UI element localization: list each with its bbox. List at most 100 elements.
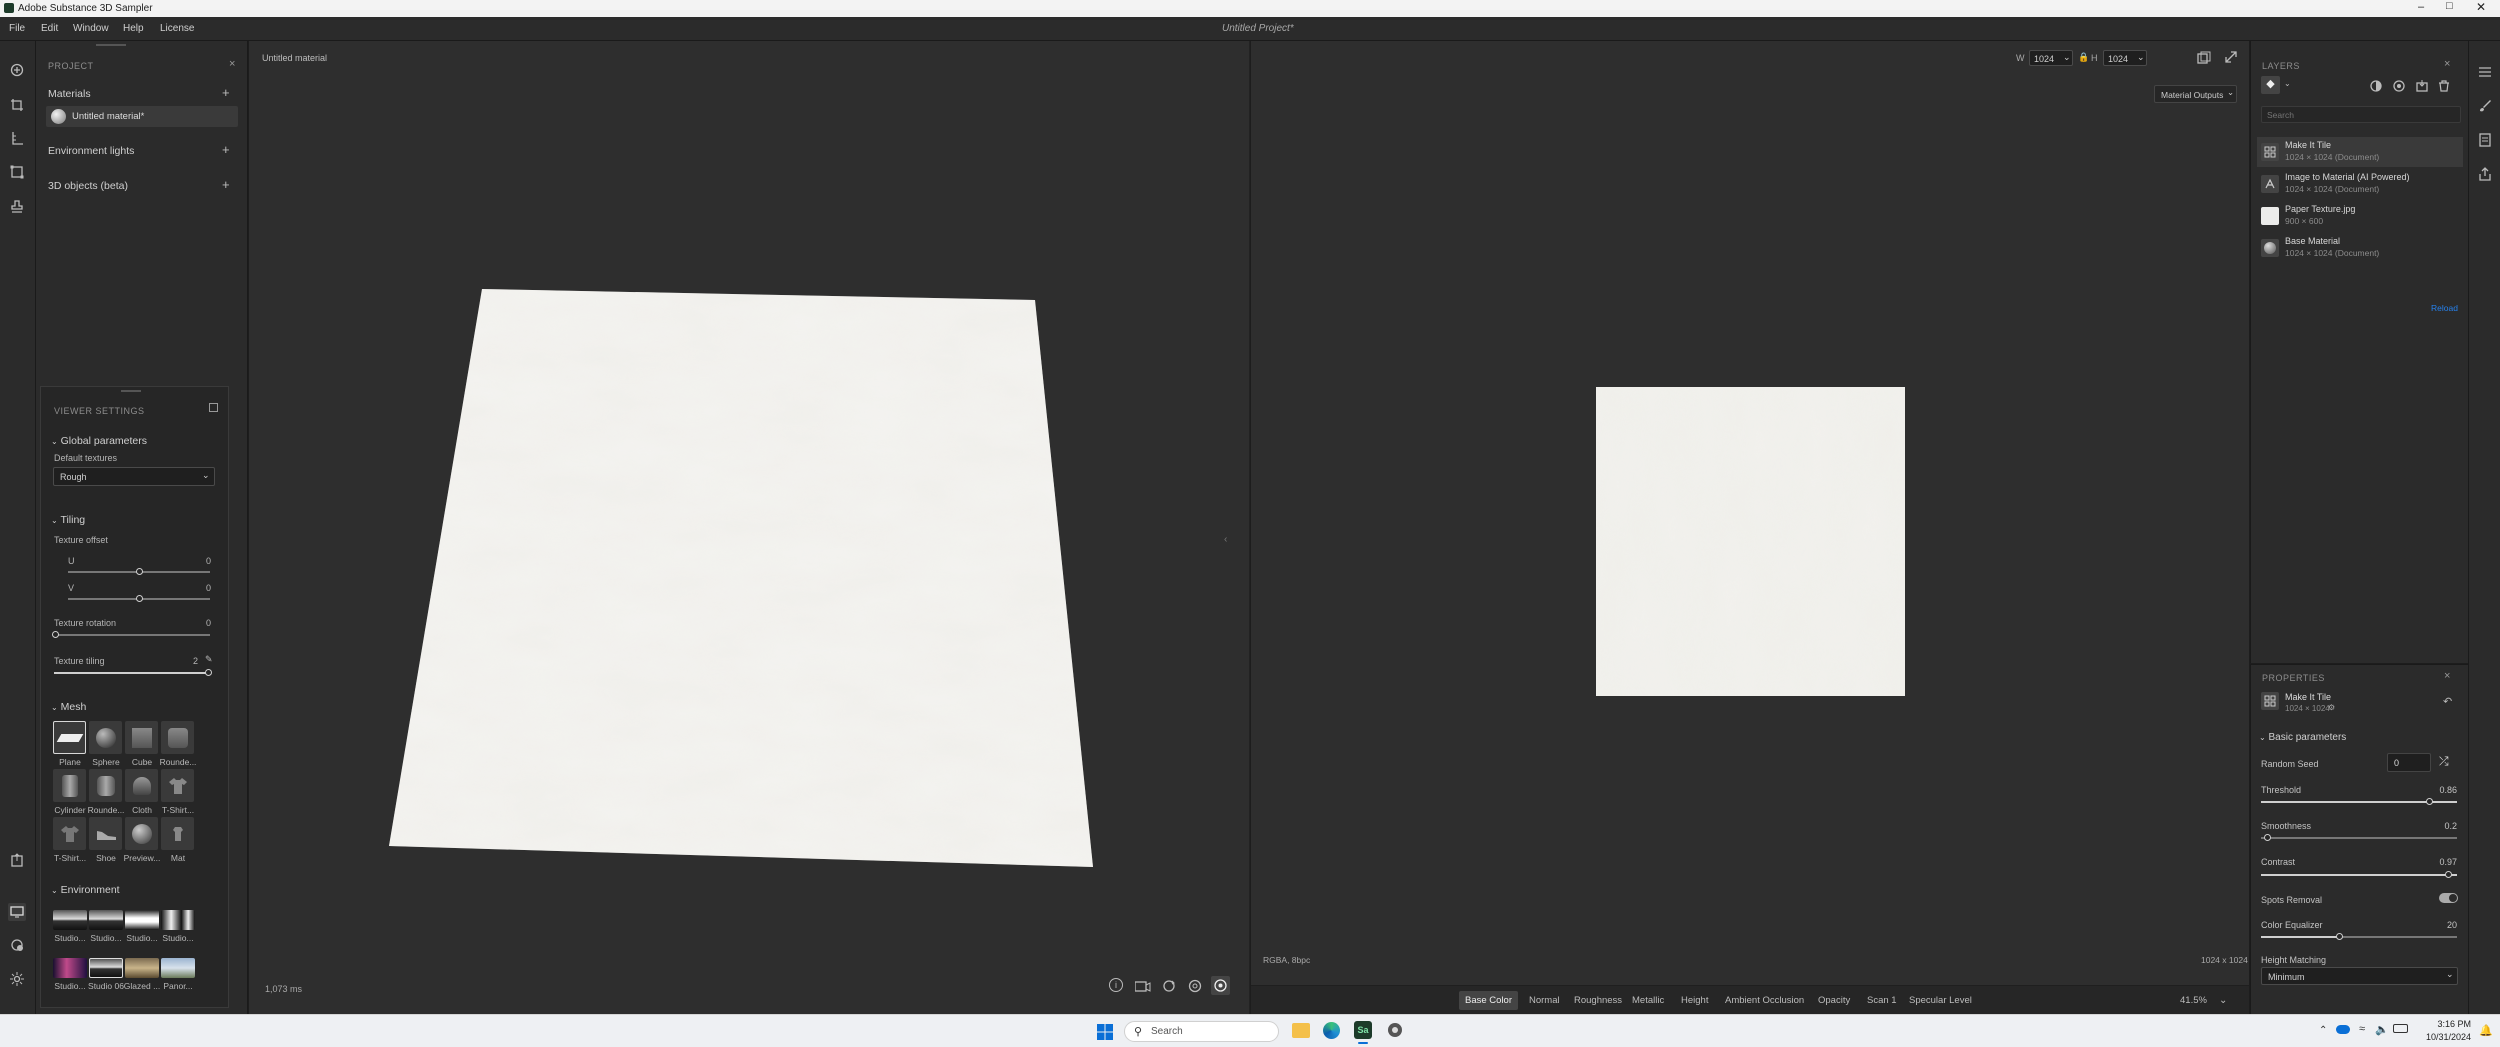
viewport-3d[interactable]: Untitled material 1,073 ms i ‹ bbox=[249, 41, 1250, 1014]
transform-icon[interactable] bbox=[8, 163, 26, 181]
height-select[interactable]: 1024 ⌄ bbox=[2103, 50, 2147, 66]
mesh-mat[interactable] bbox=[161, 817, 194, 850]
env-thumb[interactable] bbox=[161, 910, 195, 930]
settings-icon[interactable] bbox=[8, 970, 26, 988]
panel-grip[interactable] bbox=[96, 44, 126, 46]
gear-icon[interactable]: ⚙ bbox=[2328, 703, 2335, 712]
mesh-header[interactable]: ⌄ Mesh bbox=[51, 701, 86, 713]
random-seed-input[interactable]: 0 bbox=[2387, 753, 2431, 772]
fullscreen-icon[interactable] bbox=[2225, 51, 2237, 63]
env-thumb[interactable] bbox=[89, 910, 123, 930]
channel-base-color[interactable]: Base Color bbox=[1459, 991, 1518, 1010]
chevron-up-icon[interactable]: ⌃ bbox=[2319, 1025, 2327, 1036]
clock-time[interactable]: 3:16 PM bbox=[2427, 1019, 2471, 1029]
add-icon[interactable] bbox=[8, 61, 26, 79]
stamp-icon[interactable] bbox=[8, 198, 26, 216]
mesh-shoe[interactable] bbox=[89, 817, 122, 850]
width-select[interactable]: 1024 ⌄ bbox=[2029, 50, 2073, 66]
notification-bell-icon[interactable]: 🔔 bbox=[2479, 1024, 2493, 1037]
env-thumb[interactable] bbox=[125, 958, 159, 978]
layer-item[interactable]: Paper Texture.jpg 900 × 600 bbox=[2257, 201, 2463, 231]
env-thumb[interactable] bbox=[53, 910, 87, 930]
v-slider[interactable] bbox=[68, 595, 210, 602]
close-icon[interactable]: × bbox=[2444, 670, 2450, 682]
env-thumb[interactable] bbox=[161, 958, 195, 978]
mesh-cylinder[interactable] bbox=[53, 769, 86, 802]
onedrive-icon[interactable] bbox=[2336, 1025, 2350, 1034]
env-thumb-selected[interactable] bbox=[89, 958, 123, 978]
adjust-icon[interactable] bbox=[2370, 80, 2382, 92]
channel-metallic[interactable]: Metallic bbox=[1626, 986, 1670, 1015]
substance-sampler-taskbar-icon[interactable]: Sa bbox=[1354, 1021, 1372, 1039]
windows-start-icon[interactable] bbox=[1097, 1024, 1113, 1040]
channel-ambient-occlusion[interactable]: Ambient Occlusion bbox=[1719, 986, 1810, 1015]
menu-edit[interactable]: Edit bbox=[41, 23, 58, 34]
mesh-preview[interactable] bbox=[125, 817, 158, 850]
global-params-header[interactable]: ⌄ Global parameters bbox=[51, 435, 147, 447]
menu-file[interactable]: File bbox=[9, 23, 25, 34]
reload-link[interactable]: Reload bbox=[2431, 303, 2458, 313]
crop-icon[interactable] bbox=[8, 96, 26, 114]
dock-icon[interactable] bbox=[209, 403, 218, 412]
tiling-slider-knob[interactable] bbox=[205, 669, 212, 676]
panel-grip[interactable] bbox=[121, 390, 141, 392]
layers-search-input[interactable] bbox=[2261, 106, 2461, 123]
u-slider[interactable] bbox=[68, 568, 210, 575]
info-icon[interactable]: i bbox=[1109, 978, 1123, 992]
target-icon[interactable] bbox=[1188, 979, 1202, 993]
chevron-down-icon[interactable]: ⌄ bbox=[2213, 986, 2233, 1015]
battery-icon[interactable] bbox=[2393, 1024, 2408, 1033]
v-slider-knob[interactable] bbox=[136, 595, 143, 602]
mesh-sphere[interactable] bbox=[89, 721, 122, 754]
threshold-slider[interactable] bbox=[2261, 798, 2457, 805]
trash-icon[interactable] bbox=[2438, 80, 2450, 92]
pencil-icon[interactable]: ✎ bbox=[205, 654, 213, 665]
layer-item[interactable]: Image to Material (AI Powered) 1024 × 10… bbox=[2257, 169, 2463, 199]
add-env-light-icon[interactable]: + bbox=[222, 142, 230, 157]
layers-panel-icon[interactable] bbox=[2476, 63, 2494, 81]
import-icon[interactable] bbox=[2416, 80, 2428, 92]
height-matching-select[interactable]: Minimum ⌄ bbox=[2261, 967, 2458, 985]
environment-icon[interactable] bbox=[8, 936, 26, 954]
filter-add-icon[interactable]: ◆ bbox=[2261, 76, 2280, 94]
mesh-rounded-cube[interactable] bbox=[161, 721, 194, 754]
channel-specular-level[interactable]: Specular Level bbox=[1903, 986, 1978, 1015]
channel-roughness[interactable]: Roughness bbox=[1568, 986, 1628, 1015]
wifi-icon[interactable]: ≈ bbox=[2359, 1023, 2365, 1035]
rotate-light-icon[interactable] bbox=[1162, 979, 1176, 993]
mesh-cloth[interactable] bbox=[125, 769, 158, 802]
add-object-icon[interactable]: + bbox=[222, 177, 230, 192]
close-button[interactable]: ✕ bbox=[2476, 0, 2486, 14]
contrast-slider-knob[interactable] bbox=[2445, 871, 2452, 878]
env-thumb[interactable] bbox=[53, 958, 87, 978]
maximize-button[interactable]: □ bbox=[2446, 0, 2453, 12]
viewer-settings-icon[interactable] bbox=[8, 903, 26, 921]
mesh-tshirt[interactable] bbox=[161, 769, 194, 802]
minimize-button[interactable]: – bbox=[2418, 1, 2424, 13]
basic-params-header[interactable]: ⌄ Basic parameters bbox=[2259, 732, 2346, 743]
app-icon[interactable] bbox=[1386, 1021, 1404, 1039]
zoom-level[interactable]: 41.5% bbox=[2174, 986, 2213, 1015]
taskbar-search[interactable]: ⚲ Search bbox=[1124, 1021, 1279, 1042]
smoothness-slider-knob[interactable] bbox=[2264, 834, 2271, 841]
close-icon[interactable]: × bbox=[2444, 58, 2450, 70]
reset-icon[interactable]: ↶ bbox=[2443, 695, 2452, 708]
mesh-plane[interactable] bbox=[53, 721, 86, 754]
channel-height[interactable]: Height bbox=[1675, 986, 1714, 1015]
compare-icon[interactable] bbox=[2197, 51, 2211, 65]
menu-license[interactable]: License bbox=[160, 23, 194, 34]
chevron-down-icon[interactable]: ⌄ bbox=[2284, 79, 2291, 88]
material-outputs-select[interactable]: Material Outputs ⌄ bbox=[2154, 85, 2237, 103]
add-material-icon[interactable]: + bbox=[222, 85, 230, 100]
lock-icon[interactable]: 🔒 bbox=[2078, 52, 2089, 63]
shuffle-icon[interactable]: ⤮ bbox=[2439, 754, 2449, 769]
tiling-header[interactable]: ⌄ Tiling bbox=[51, 514, 85, 526]
smoothness-slider[interactable] bbox=[2261, 834, 2457, 841]
env-thumb[interactable] bbox=[125, 910, 159, 930]
clock-date[interactable]: 10/31/2024 bbox=[2421, 1032, 2471, 1042]
u-slider-knob[interactable] bbox=[136, 568, 143, 575]
export-icon[interactable] bbox=[8, 851, 26, 869]
orbit-mode-icon[interactable] bbox=[1211, 976, 1230, 995]
tiling-slider[interactable] bbox=[54, 669, 212, 676]
channel-scan-1[interactable]: Scan 1 bbox=[1861, 986, 1903, 1015]
